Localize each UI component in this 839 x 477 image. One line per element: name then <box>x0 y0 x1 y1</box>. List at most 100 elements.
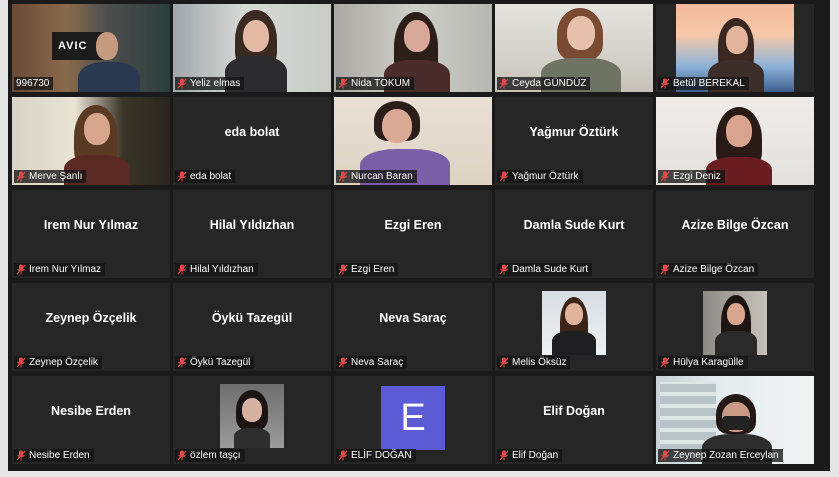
participant-tile[interactable]: Yağmur Öztürk Yağmur Öztürk <box>495 97 653 185</box>
muted-microphone-icon <box>177 450 187 461</box>
muted-microphone-icon <box>177 78 187 89</box>
participant-name: Yeliz elmas <box>190 78 241 89</box>
participant-nametag: Zeynep Özçelik <box>14 356 102 369</box>
participant-name: Nurcan Baran <box>351 171 413 182</box>
profile-picture <box>542 291 606 355</box>
participant-tile[interactable]: Nesibe Erden Nesibe Erden <box>12 376 170 464</box>
participant-nametag: Öykü Tazegül <box>175 356 255 369</box>
participant-display-name: Neva Saraç <box>379 311 447 325</box>
participant-nametag: Nesibe Erden <box>14 449 94 462</box>
muted-microphone-icon <box>660 357 670 368</box>
participant-name: Zeynep Özçelik <box>29 357 98 368</box>
participant-name: Azize Bilge Özcan <box>673 264 755 275</box>
participant-name: Hülya Karagülle <box>673 357 744 368</box>
participant-display-name: Azize Bilge Özcan <box>681 218 789 232</box>
participant-name: Öykü Tazegül <box>190 357 251 368</box>
muted-microphone-icon <box>499 357 509 368</box>
muted-microphone-icon <box>338 264 348 275</box>
participant-nametag: Hülya Karagülle <box>658 356 748 369</box>
participant-nametag: ELİF DOĞAN <box>336 449 416 462</box>
participant-nametag: Melis Öksüz <box>497 356 571 369</box>
participant-tile[interactable]: Azize Bilge Özcan Azize Bilge Özcan <box>656 190 814 278</box>
participant-tile[interactable]: Damla Sude Kurt Damla Sude Kurt <box>495 190 653 278</box>
participant-nametag: Damla Sude Kurt <box>497 263 593 276</box>
participant-tile[interactable]: Nurcan Baran <box>334 97 492 185</box>
participant-name: Melis Öksüz <box>512 357 567 368</box>
participant-name: Irem Nur Yılmaz <box>29 264 102 275</box>
participant-tile[interactable]: Zeynep Zozan Erceylan <box>656 376 814 464</box>
muted-microphone-icon <box>16 264 26 275</box>
participant-nametag: Ceyda GÜNDÜZ <box>497 77 591 90</box>
participant-name: Damla Sude Kurt <box>512 264 589 275</box>
participant-nametag: Yeliz elmas <box>175 77 245 90</box>
participant-name: eda bolat <box>190 171 232 182</box>
participant-name: Elif Doğan <box>512 450 559 461</box>
participant-tile[interactable]: Neva Saraç Neva Saraç <box>334 283 492 371</box>
muted-microphone-icon <box>499 171 509 182</box>
participant-name: Hilal Yıldızhan <box>190 264 254 275</box>
participant-tile[interactable]: Melis Öksüz <box>495 283 653 371</box>
participant-name: Nesibe Erden <box>29 450 90 461</box>
participant-name: 996730 <box>16 78 50 89</box>
muted-microphone-icon <box>338 357 348 368</box>
muted-microphone-icon <box>499 78 509 89</box>
participant-display-name: Ezgi Eren <box>384 218 442 232</box>
participant-nametag: Irem Nur Yılmaz <box>14 263 106 276</box>
participant-name: Neva Saraç <box>351 357 404 368</box>
participant-nametag: Neva Saraç <box>336 356 408 369</box>
participant-tile[interactable]: Zeynep Özçelik Zeynep Özçelik <box>12 283 170 371</box>
muted-microphone-icon <box>16 171 26 182</box>
participant-name: Yağmur Öztürk <box>512 171 579 182</box>
participant-name: Ceyda GÜNDÜZ <box>512 78 587 89</box>
muted-microphone-icon <box>660 450 670 461</box>
muted-microphone-icon <box>660 78 670 89</box>
participant-display-name: Zeynep Özçelik <box>45 311 137 325</box>
participant-nametag: özlem taşçı <box>175 449 245 462</box>
participant-nametag: Yağmur Öztürk <box>497 170 583 183</box>
participant-tile[interactable]: Merve Şanlı <box>12 97 170 185</box>
participant-display-name: eda bolat <box>224 125 280 139</box>
participant-tile[interactable]: özlem taşçı <box>173 376 331 464</box>
participant-name: Nida TOKUM <box>351 78 411 89</box>
participant-display-name: Elif Doğan <box>543 404 605 418</box>
participant-display-name: Nesibe Erden <box>51 404 131 418</box>
profile-picture <box>220 384 284 448</box>
participant-nametag: Betül BEREKAL <box>658 77 749 90</box>
meeting-window: AVIC 996730 Yeliz elmas Nida TOKUM Ceyda… <box>8 0 830 471</box>
participant-tile[interactable]: Ezgi Deniz <box>656 97 814 185</box>
participant-tile[interactable]: Hülya Karagülle <box>656 283 814 371</box>
participant-nametag: Nida TOKUM <box>336 77 415 90</box>
participant-tile[interactable]: Ezgi Eren Ezgi Eren <box>334 190 492 278</box>
participant-name: Ezgi Eren <box>351 264 395 275</box>
participant-tile[interactable]: Hilal Yıldızhan Hilal Yıldızhan <box>173 190 331 278</box>
participant-nametag: Ezgi Deniz <box>658 170 725 183</box>
participant-name: Zeynep Zozan Erceylan <box>673 450 779 461</box>
muted-microphone-icon <box>338 450 348 461</box>
muted-microphone-icon <box>660 264 670 275</box>
participant-nametag: Zeynep Zozan Erceylan <box>658 449 783 462</box>
participant-tile[interactable]: Betül BEREKAL <box>656 4 814 92</box>
participant-tile[interactable]: Öykü Tazegül Öykü Tazegül <box>173 283 331 371</box>
participant-nametag: Hilal Yıldızhan <box>175 263 258 276</box>
participant-tile[interactable]: Yeliz elmas <box>173 4 331 92</box>
participant-display-name: Yağmur Öztürk <box>529 125 619 139</box>
participant-tile[interactable]: Nida TOKUM <box>334 4 492 92</box>
participant-tile[interactable]: Ceyda GÜNDÜZ <box>495 4 653 92</box>
profile-picture <box>703 291 767 355</box>
muted-microphone-icon <box>338 78 348 89</box>
participant-name: Ezgi Deniz <box>673 171 721 182</box>
participant-tile[interactable]: eda bolat eda bolat <box>173 97 331 185</box>
participant-tile[interactable]: Irem Nur Yılmaz Irem Nur Yılmaz <box>12 190 170 278</box>
muted-microphone-icon <box>660 171 670 182</box>
muted-microphone-icon <box>177 357 187 368</box>
participant-tile[interactable]: E ELİF DOĞAN <box>334 376 492 464</box>
participant-display-name: Irem Nur Yılmaz <box>43 218 139 232</box>
participant-display-name: Hilal Yıldızhan <box>209 218 295 232</box>
participant-tile[interactable]: AVIC 996730 <box>12 4 170 92</box>
muted-microphone-icon <box>16 357 26 368</box>
letter-avatar: E <box>381 386 445 450</box>
muted-microphone-icon <box>177 264 187 275</box>
participant-name: Betül BEREKAL <box>673 78 745 89</box>
participant-name: ELİF DOĞAN <box>351 450 412 461</box>
participant-tile[interactable]: Elif Doğan Elif Doğan <box>495 376 653 464</box>
